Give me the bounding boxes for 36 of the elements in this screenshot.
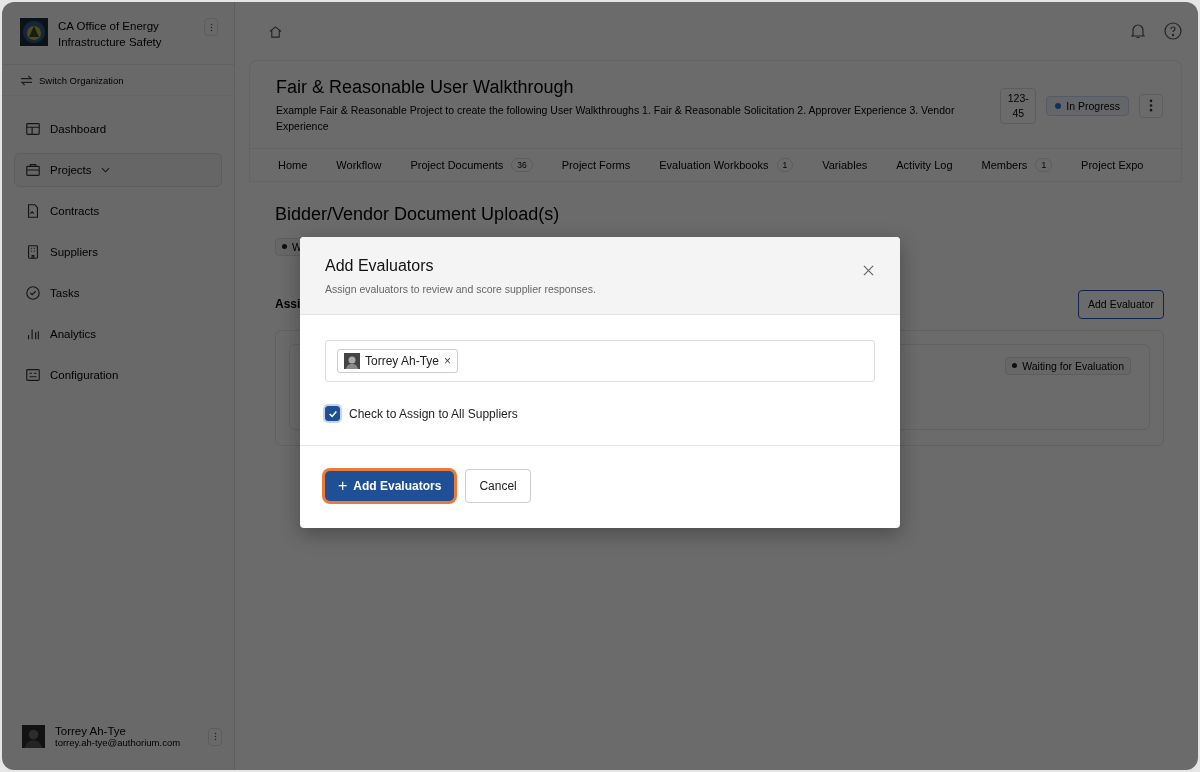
tab[interactable]: Evaluation Workbooks 1 [659,158,794,172]
user-name: Torrey Ah-Tye [55,725,127,737]
switch-organization-link[interactable]: Switch Organization [39,74,124,86]
status-badge: Waiting for Evaluation [1005,356,1131,375]
nav-item[interactable]: Analytics [14,317,222,351]
tab[interactable]: Activity Log [896,159,953,171]
add-evaluators-button[interactable]: + Add Evaluators [325,471,455,501]
tab[interactable]: Project Documents 36 [410,158,533,172]
tab[interactable]: Variables [822,159,868,171]
nav-item[interactable]: Dashboard [14,112,222,146]
cancel-button[interactable]: Cancel [465,469,531,503]
nav-item[interactable]: Projects [14,153,222,187]
section-subheading: Assi [275,297,301,311]
evaluator-select-field[interactable]: Torrey Ah-Tye × [325,340,875,382]
remove-chip-button[interactable]: × [444,354,452,368]
tab[interactable]: Home [278,159,308,171]
nav-item[interactable]: Tasks [14,276,222,310]
tab[interactable]: Project Forms [561,159,631,171]
section-title: Bidder/Vendor Document Upload(s) [275,204,561,225]
nav-item[interactable]: Suppliers [14,235,222,269]
nav-item[interactable]: Configuration [14,358,222,392]
user-email: torrey.ah-tye@authorium.com [55,737,182,748]
nav-item[interactable]: Contracts [14,194,222,228]
tab[interactable]: Workflow [336,159,382,171]
project-title: Fair & Reasonable User Walkthrough [276,77,575,98]
dialog-subtitle: Assign evaluators to review and score supplier responses. [325,283,596,295]
project-description: Example Fair & Reasonable Project to create the following User Walkthroughs 1. Fair & Reasonable Solicitation 2. Approver Experience 3. Vendor Experience [276,103,956,134]
project-number: 123-45 [1000,87,1037,124]
tab[interactable]: Members 1 [981,158,1053,172]
status-badge: In Progress [1046,95,1129,116]
tab[interactable]: Project Expo [1081,159,1144,171]
checkbox-label: Check to Assign to All Suppliers [349,406,518,421]
dialog-title: Add Evaluators [325,257,435,275]
add-evaluator-button[interactable]: Add Evaluator [1078,289,1164,319]
organization-name: CA Office of Energy Infrastructure Safety [58,19,163,50]
chip-label: Torrey Ah-Tye [365,354,440,368]
